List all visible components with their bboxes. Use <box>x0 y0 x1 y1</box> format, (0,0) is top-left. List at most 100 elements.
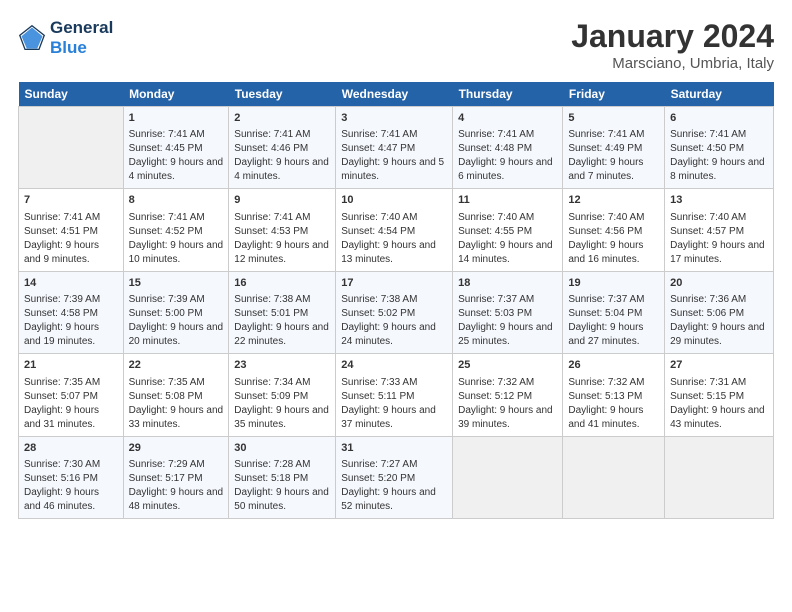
main-title: January 2024 <box>571 18 774 55</box>
week-row-1: 1 Sunrise: 7:41 AM Sunset: 4:45 PM Dayli… <box>19 107 774 189</box>
calendar-cell: 23 Sunrise: 7:34 AM Sunset: 5:09 PM Dayl… <box>229 354 336 436</box>
calendar-cell: 12 Sunrise: 7:40 AM Sunset: 4:56 PM Dayl… <box>563 189 665 271</box>
sunset: Sunset: 4:50 PM <box>670 143 744 154</box>
sunrise: Sunrise: 7:41 AM <box>568 129 644 140</box>
date-number: 24 <box>341 358 447 373</box>
sunset: Sunset: 4:49 PM <box>568 143 642 154</box>
date-number: 27 <box>670 358 768 373</box>
calendar-cell: 3 Sunrise: 7:41 AM Sunset: 4:47 PM Dayli… <box>336 107 453 189</box>
calendar-cell: 18 Sunrise: 7:37 AM Sunset: 5:03 PM Dayl… <box>453 271 563 353</box>
sunrise: Sunrise: 7:40 AM <box>341 212 417 223</box>
sunrise: Sunrise: 7:35 AM <box>129 377 205 388</box>
daylight: Daylight: 9 hours and 16 minutes. <box>568 240 643 265</box>
logo-icon <box>18 24 46 52</box>
daylight: Daylight: 9 hours and 39 minutes. <box>458 405 553 430</box>
sunrise: Sunrise: 7:37 AM <box>568 294 644 305</box>
calendar-cell: 22 Sunrise: 7:35 AM Sunset: 5:08 PM Dayl… <box>123 354 229 436</box>
daylight: Daylight: 9 hours and 13 minutes. <box>341 240 436 265</box>
date-number: 29 <box>129 441 224 456</box>
calendar-cell: 11 Sunrise: 7:40 AM Sunset: 4:55 PM Dayl… <box>453 189 563 271</box>
calendar-cell: 31 Sunrise: 7:27 AM Sunset: 5:20 PM Dayl… <box>336 436 453 518</box>
calendar-cell: 29 Sunrise: 7:29 AM Sunset: 5:17 PM Dayl… <box>123 436 229 518</box>
calendar-cell: 10 Sunrise: 7:40 AM Sunset: 4:54 PM Dayl… <box>336 189 453 271</box>
calendar-cell: 7 Sunrise: 7:41 AM Sunset: 4:51 PM Dayli… <box>19 189 124 271</box>
subtitle: Marsciano, Umbria, Italy <box>571 55 774 72</box>
sunset: Sunset: 5:13 PM <box>568 391 642 402</box>
daylight: Daylight: 9 hours and 22 minutes. <box>234 322 329 347</box>
daylight: Daylight: 9 hours and 9 minutes. <box>24 240 99 265</box>
sunset: Sunset: 5:11 PM <box>341 391 414 402</box>
calendar-table: SundayMondayTuesdayWednesdayThursdayFrid… <box>18 82 774 519</box>
daylight: Daylight: 9 hours and 10 minutes. <box>129 240 224 265</box>
sunset: Sunset: 5:15 PM <box>670 391 744 402</box>
date-number: 15 <box>129 276 224 291</box>
sunset: Sunset: 4:45 PM <box>129 143 203 154</box>
sunrise: Sunrise: 7:35 AM <box>24 377 100 388</box>
date-number: 13 <box>670 193 768 208</box>
sunrise: Sunrise: 7:38 AM <box>341 294 417 305</box>
day-header-tuesday: Tuesday <box>229 82 336 107</box>
date-number: 26 <box>568 358 659 373</box>
daylight: Daylight: 9 hours and 7 minutes. <box>568 157 643 182</box>
daylight: Daylight: 9 hours and 41 minutes. <box>568 405 643 430</box>
sunset: Sunset: 4:46 PM <box>234 143 308 154</box>
calendar-cell: 28 Sunrise: 7:30 AM Sunset: 5:16 PM Dayl… <box>19 436 124 518</box>
date-number: 1 <box>129 111 224 126</box>
sunset: Sunset: 5:16 PM <box>24 473 98 484</box>
sunset: Sunset: 5:06 PM <box>670 308 744 319</box>
daylight: Daylight: 9 hours and 4 minutes. <box>129 157 224 182</box>
sunrise: Sunrise: 7:39 AM <box>129 294 205 305</box>
calendar-cell: 19 Sunrise: 7:37 AM Sunset: 5:04 PM Dayl… <box>563 271 665 353</box>
date-number: 2 <box>234 111 330 126</box>
daylight: Daylight: 9 hours and 25 minutes. <box>458 322 553 347</box>
sunrise: Sunrise: 7:28 AM <box>234 459 310 470</box>
sunset: Sunset: 5:03 PM <box>458 308 532 319</box>
daylight: Daylight: 9 hours and 46 minutes. <box>24 487 99 512</box>
sunrise: Sunrise: 7:29 AM <box>129 459 205 470</box>
daylight: Daylight: 9 hours and 52 minutes. <box>341 487 436 512</box>
calendar-cell: 5 Sunrise: 7:41 AM Sunset: 4:49 PM Dayli… <box>563 107 665 189</box>
sunrise: Sunrise: 7:41 AM <box>129 212 205 223</box>
date-number: 17 <box>341 276 447 291</box>
day-header-monday: Monday <box>123 82 229 107</box>
calendar-cell: 1 Sunrise: 7:41 AM Sunset: 4:45 PM Dayli… <box>123 107 229 189</box>
sunrise: Sunrise: 7:33 AM <box>341 377 417 388</box>
sunset: Sunset: 5:17 PM <box>129 473 203 484</box>
sunset: Sunset: 5:04 PM <box>568 308 642 319</box>
sunset: Sunset: 5:18 PM <box>234 473 308 484</box>
sunset: Sunset: 4:52 PM <box>129 226 203 237</box>
day-header-friday: Friday <box>563 82 665 107</box>
date-number: 14 <box>24 276 118 291</box>
daylight: Daylight: 9 hours and 17 minutes. <box>670 240 765 265</box>
date-number: 19 <box>568 276 659 291</box>
daylight: Daylight: 9 hours and 29 minutes. <box>670 322 765 347</box>
calendar-cell: 9 Sunrise: 7:41 AM Sunset: 4:53 PM Dayli… <box>229 189 336 271</box>
calendar-cell: 8 Sunrise: 7:41 AM Sunset: 4:52 PM Dayli… <box>123 189 229 271</box>
sunrise: Sunrise: 7:40 AM <box>568 212 644 223</box>
daylight: Daylight: 9 hours and 20 minutes. <box>129 322 224 347</box>
week-row-2: 7 Sunrise: 7:41 AM Sunset: 4:51 PM Dayli… <box>19 189 774 271</box>
calendar-cell: 17 Sunrise: 7:38 AM Sunset: 5:02 PM Dayl… <box>336 271 453 353</box>
daylight: Daylight: 9 hours and 24 minutes. <box>341 322 436 347</box>
calendar-cell: 6 Sunrise: 7:41 AM Sunset: 4:50 PM Dayli… <box>665 107 774 189</box>
calendar-cell <box>453 436 563 518</box>
date-number: 11 <box>458 193 557 208</box>
week-row-5: 28 Sunrise: 7:30 AM Sunset: 5:16 PM Dayl… <box>19 436 774 518</box>
sunrise: Sunrise: 7:37 AM <box>458 294 534 305</box>
calendar-cell <box>563 436 665 518</box>
daylight: Daylight: 9 hours and 6 minutes. <box>458 157 553 182</box>
calendar-cell: 21 Sunrise: 7:35 AM Sunset: 5:07 PM Dayl… <box>19 354 124 436</box>
sunset: Sunset: 4:56 PM <box>568 226 642 237</box>
calendar-cell: 20 Sunrise: 7:36 AM Sunset: 5:06 PM Dayl… <box>665 271 774 353</box>
logo: General Blue <box>18 18 113 57</box>
day-header-wednesday: Wednesday <box>336 82 453 107</box>
sunset: Sunset: 4:57 PM <box>670 226 744 237</box>
sunrise: Sunrise: 7:32 AM <box>568 377 644 388</box>
week-row-4: 21 Sunrise: 7:35 AM Sunset: 5:07 PM Dayl… <box>19 354 774 436</box>
daylight: Daylight: 9 hours and 12 minutes. <box>234 240 329 265</box>
sunset: Sunset: 4:48 PM <box>458 143 532 154</box>
sunrise: Sunrise: 7:41 AM <box>24 212 100 223</box>
daylight: Daylight: 9 hours and 31 minutes. <box>24 405 99 430</box>
sunrise: Sunrise: 7:38 AM <box>234 294 310 305</box>
sunrise: Sunrise: 7:31 AM <box>670 377 746 388</box>
